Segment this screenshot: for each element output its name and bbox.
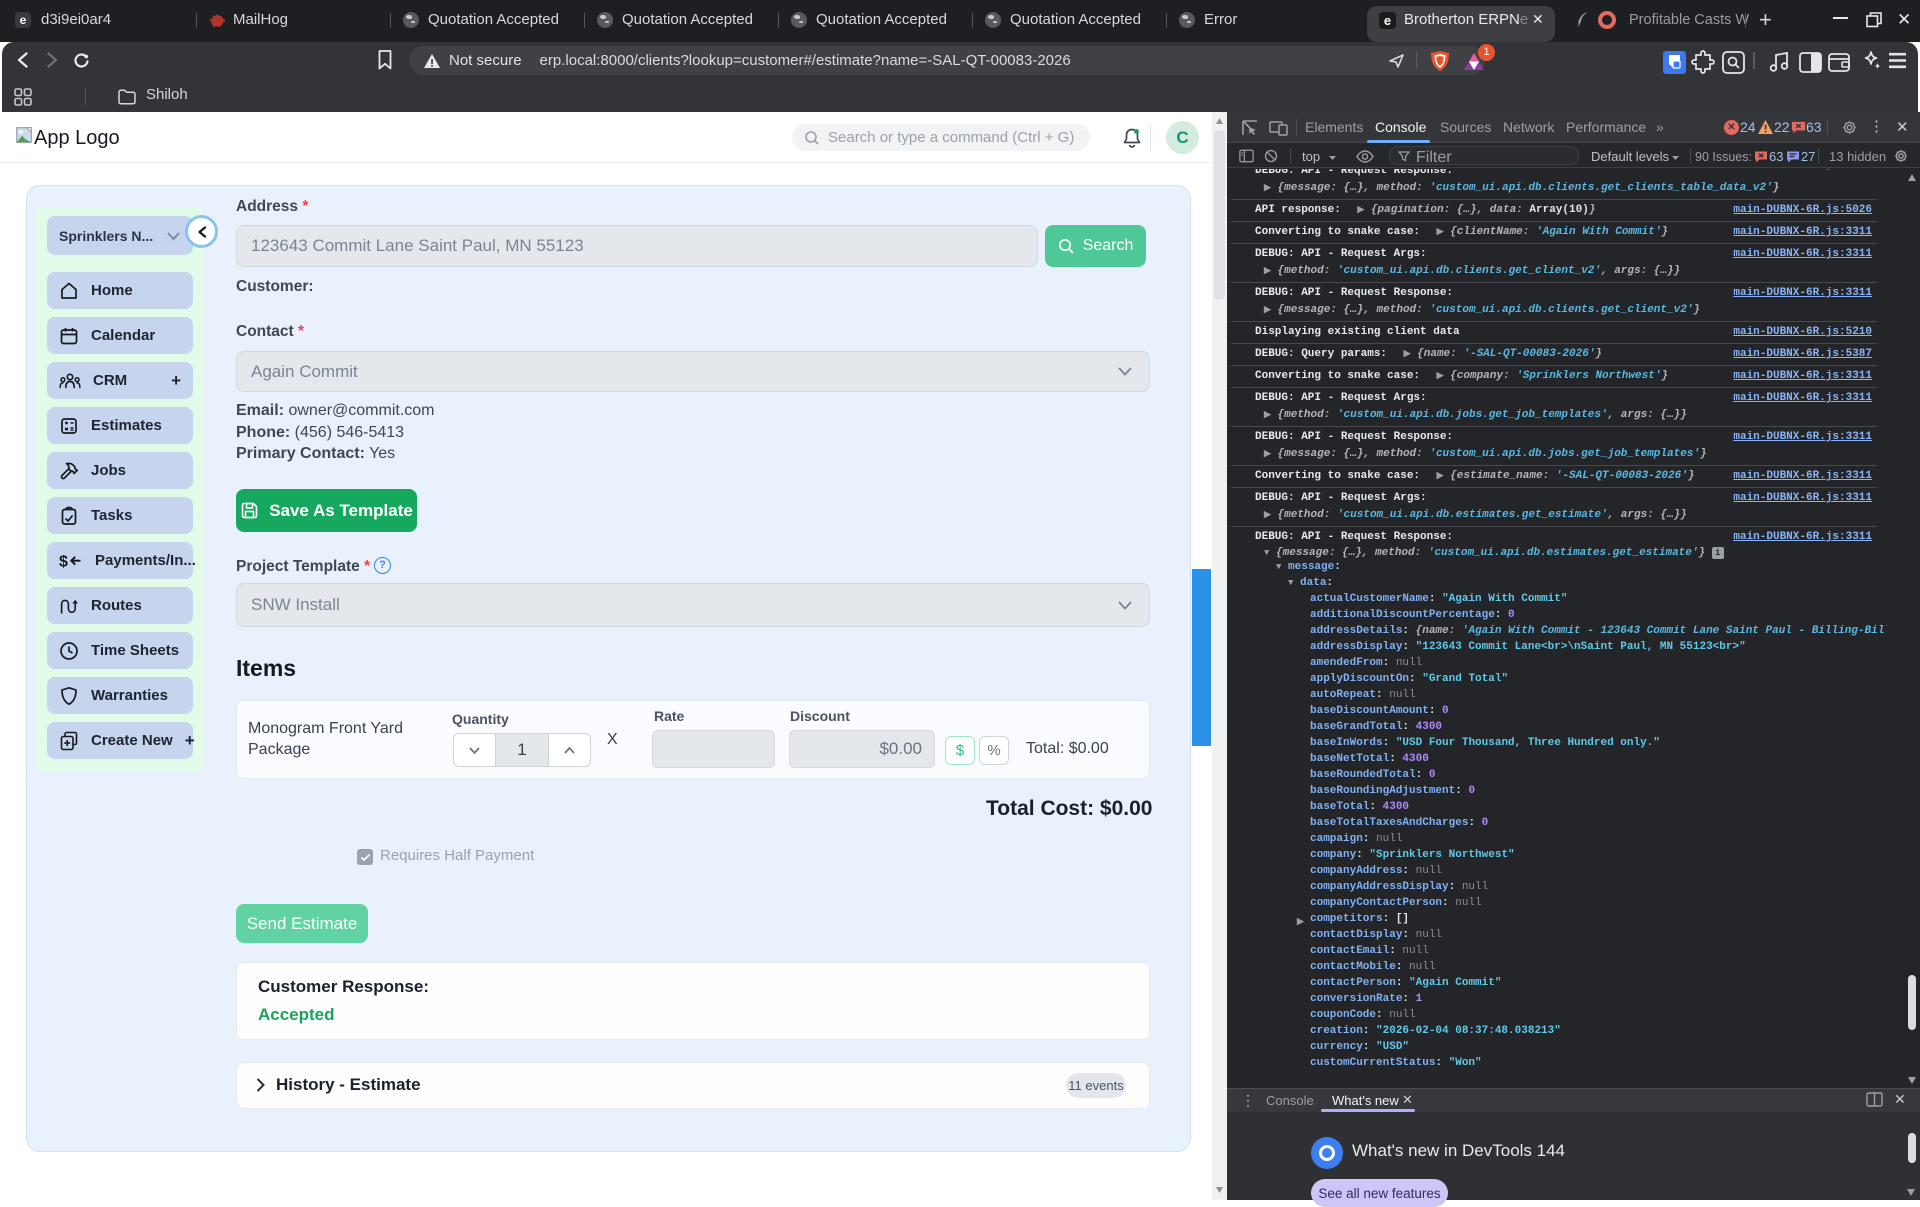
svg-text:$: $ <box>59 553 68 570</box>
